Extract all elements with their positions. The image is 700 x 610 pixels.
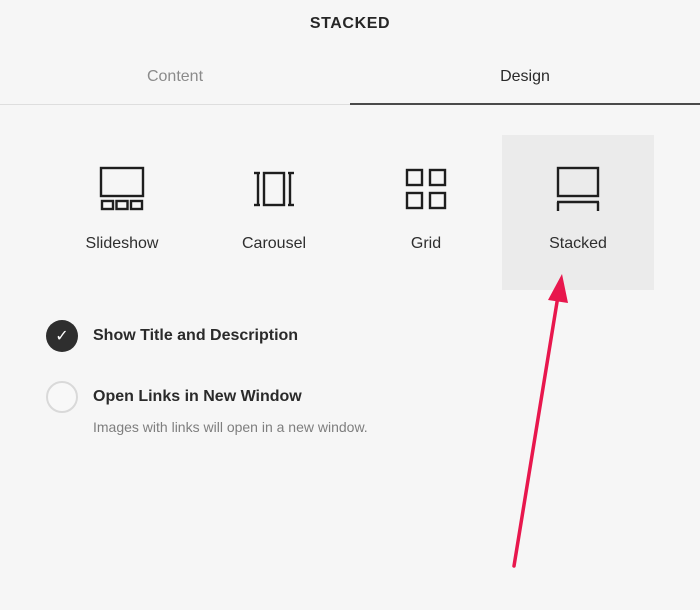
option-description: Images with links will open in a new win…	[93, 419, 368, 435]
layout-option-stacked[interactable]: Stacked	[502, 135, 654, 290]
layout-label-stacked: Stacked	[549, 235, 607, 252]
layout-label-slideshow: Slideshow	[85, 235, 159, 252]
panel-title: STACKED	[309, 15, 391, 32]
tab-content[interactable]: Content	[0, 50, 350, 105]
layout-picker: Slideshow Carousel Grid Stacked	[46, 135, 654, 290]
carousel-icon	[254, 171, 294, 207]
option-open-links-new-window[interactable]: Open Links in New Window	[46, 381, 606, 413]
slideshow-icon	[99, 166, 145, 211]
tab-design[interactable]: Design	[350, 50, 700, 105]
option-show-title-description[interactable]: ✓ Show Title and Description	[46, 320, 606, 352]
layout-option-slideshow[interactable]: Slideshow	[46, 135, 198, 290]
layout-option-grid[interactable]: Grid	[350, 135, 502, 290]
checkbox-checked-icon[interactable]: ✓	[46, 320, 78, 352]
tab-bar: Content Design	[0, 50, 700, 105]
grid-icon	[405, 168, 447, 210]
option-label: Show Title and Description	[93, 327, 299, 344]
checkbox-unchecked-icon[interactable]	[46, 381, 78, 413]
layout-label-carousel: Carousel	[241, 235, 307, 252]
option-label: Open Links in New Window	[93, 388, 302, 405]
stacked-icon	[556, 166, 600, 211]
layout-label-grid: Grid	[410, 235, 442, 252]
layout-option-carousel[interactable]: Carousel	[198, 135, 350, 290]
